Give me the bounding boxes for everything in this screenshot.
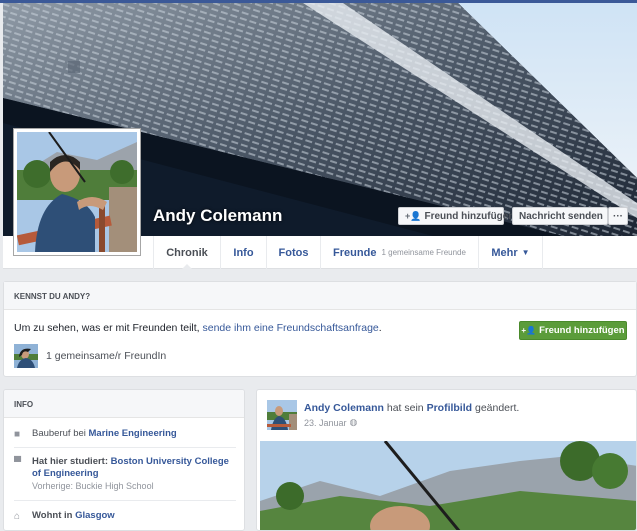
post-author-link[interactable]: Andy Colemann: [304, 402, 384, 414]
prompt-text: Um zu sehen, was er mit Freunden teilt,: [14, 322, 203, 334]
mutual-friend-avatar[interactable]: [14, 344, 38, 368]
tab-fotos[interactable]: Fotos: [267, 236, 321, 269]
education-text: Hat hier studiert: Boston University Col…: [32, 456, 236, 493]
study-prefix: Hat hier studiert:: [32, 456, 111, 467]
mutual-friends-count: 1 gemeinsame Freunde: [381, 248, 466, 257]
tab-label: Freunde: [333, 246, 377, 259]
profile-name[interactable]: Andy Colemann: [153, 206, 282, 226]
tab-chronik[interactable]: Chronik: [153, 236, 221, 270]
send-message-label: Nachricht senden: [519, 210, 603, 222]
card-heading: INFO: [4, 390, 244, 418]
tab-label: Fotos: [278, 246, 309, 259]
info-education: ▀ Hat hier studiert: Boston University C…: [14, 456, 236, 493]
lives-text: Wohnt in Glasgow: [32, 510, 115, 522]
tab-info[interactable]: Info: [221, 236, 267, 269]
info-card: INFO ■ Bauberuf bei Marine Engineering ▀…: [3, 389, 245, 531]
person-plus-icon: +👤: [405, 210, 422, 221]
tab-label: Chronik: [166, 246, 208, 259]
more-dots-icon: ···: [613, 210, 623, 222]
know-person-card: KENNST DU ANDY? Um zu sehen, was er mit …: [3, 281, 637, 377]
divider: [14, 447, 236, 448]
add-friend-label: Freund hinzufügen: [424, 210, 515, 222]
info-lives: ⌂ Wohnt in Glasgow: [14, 510, 236, 522]
chevron-down-icon: ▼: [521, 248, 530, 257]
friend-request-prompt: Um zu sehen, was er mit Freunden teilt, …: [14, 322, 382, 334]
tab-mehr[interactable]: Mehr ▼: [479, 236, 543, 269]
person-plus-icon: +👤: [521, 326, 537, 335]
post-date-link[interactable]: 23. Januar: [304, 418, 347, 428]
card-heading: KENNST DU ANDY?: [4, 282, 636, 310]
tab-label: Mehr: [491, 246, 518, 259]
post-action: hat sein: [383, 402, 427, 414]
profile-picture[interactable]: [13, 128, 141, 256]
friend-request-link[interactable]: sende ihm eine Freundschaftsanfrage: [203, 322, 379, 334]
briefcase-icon: ■: [14, 429, 21, 440]
add-friend-button[interactable]: +👤 Freund hinzufügen: [398, 207, 514, 225]
divider: [14, 500, 236, 501]
work-place-link[interactable]: Marine Engineering: [89, 428, 177, 439]
mutual-friends[interactable]: 1 gemeinsame/r FreundIn: [14, 344, 166, 368]
house-icon: ⌂: [14, 511, 21, 522]
post-action-suffix: geändert.: [472, 402, 520, 414]
add-friend-label: Freund hinzufügen: [539, 325, 625, 336]
post-photo[interactable]: [260, 441, 636, 530]
tab-label: Info: [233, 246, 254, 259]
timeline-post: Andy Colemann hat sein Profilbild geände…: [256, 389, 637, 531]
more-options-button[interactable]: ···: [608, 207, 628, 225]
mutual-friends-label[interactable]: 1 gemeinsame/r FreundIn: [46, 350, 166, 362]
globe-icon: ◍: [349, 417, 358, 427]
graduation-cap-icon: ▀: [14, 457, 22, 468]
lives-prefix: Wohnt in: [32, 510, 76, 521]
profile-picture-link[interactable]: Profilbild: [427, 402, 473, 414]
send-message-button[interactable]: Nachricht senden: [512, 207, 608, 225]
work-text: Bauberuf bei Marine Engineering: [32, 428, 177, 440]
post-author-avatar[interactable]: [267, 400, 297, 430]
post-title: Andy Colemann hat sein Profilbild geände…: [304, 402, 519, 414]
prompt-period: .: [378, 322, 382, 334]
add-friend-green-button[interactable]: +👤 Freund hinzufügen: [519, 321, 627, 340]
previous-school: Vorherige: Buckie High School: [32, 481, 154, 491]
post-timestamp: 23. Januar ◍: [304, 417, 357, 428]
tab-freunde[interactable]: Freunde 1 gemeinsame Freunde: [321, 236, 479, 269]
city-link[interactable]: Glasgow: [75, 510, 115, 521]
work-prefix: Bauberuf bei: [32, 428, 89, 439]
info-work: ■ Bauberuf bei Marine Engineering: [14, 428, 236, 440]
